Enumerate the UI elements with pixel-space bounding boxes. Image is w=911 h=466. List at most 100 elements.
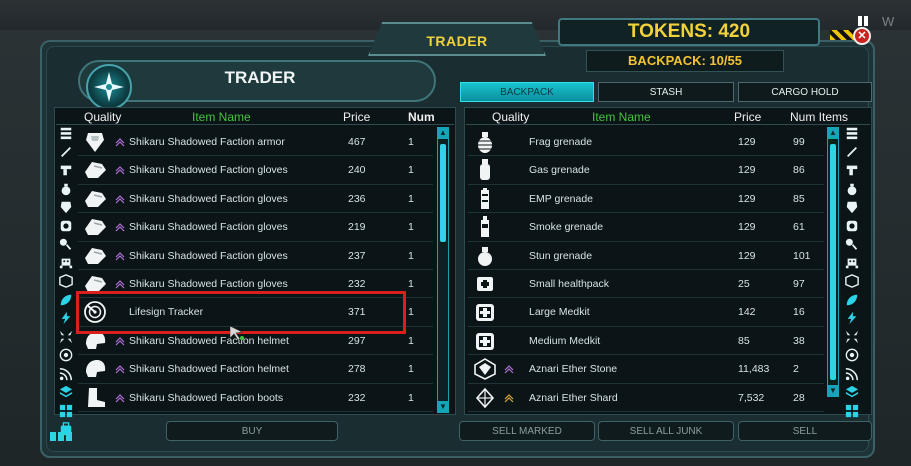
- sell-button[interactable]: SELL: [738, 421, 872, 441]
- all-icon[interactable]: [59, 126, 73, 140]
- key-icon[interactable]: [59, 237, 73, 251]
- item-name: Gas grenade: [529, 164, 590, 177]
- corner-hint-letter: W: [882, 14, 895, 29]
- tab-backpack[interactable]: BACKPACK: [460, 82, 594, 102]
- list-item[interactable]: Frag grenade 129 99: [468, 128, 824, 156]
- rarity-chevron-icon: [115, 251, 125, 261]
- signal-icon[interactable]: [845, 367, 859, 381]
- item-count: 1: [408, 164, 414, 177]
- column-quality[interactable]: Quality: [84, 110, 121, 124]
- pause-icon[interactable]: [856, 16, 870, 26]
- item-name: Aznari Ether Shard: [529, 391, 618, 404]
- lightning-icon[interactable]: [845, 311, 859, 325]
- rarity-chevron-icon: [115, 279, 125, 289]
- item-count: 99: [793, 136, 805, 148]
- list-item[interactable]: Smoke grenade 129 61: [468, 213, 824, 241]
- item-price: 467: [348, 136, 366, 148]
- grid-icon[interactable]: [845, 404, 859, 418]
- pistol-icon[interactable]: [59, 163, 73, 177]
- armor-icon[interactable]: [845, 200, 859, 214]
- list-item[interactable]: Aznari Ether Stone 11,483 2: [468, 355, 824, 383]
- inv-scroll-up-icon[interactable]: ▲: [827, 127, 839, 139]
- item-name: Frag grenade: [529, 136, 593, 148]
- list-item[interactable]: Stun grenade 129 101: [468, 242, 824, 270]
- item-price: 240: [348, 164, 366, 177]
- tab-stash[interactable]: STASH: [598, 82, 734, 102]
- lightning-icon[interactable]: [59, 311, 73, 325]
- compass-emblem-icon: [86, 64, 132, 110]
- scroll-down-icon[interactable]: ▼: [437, 401, 449, 413]
- alien-icon[interactable]: [845, 256, 859, 270]
- column-price[interactable]: Price: [343, 110, 370, 124]
- helmet-icon: [82, 357, 108, 381]
- list-item[interactable]: Shikaru Shadowed Faction armor 467 1: [78, 128, 433, 156]
- key-icon[interactable]: [845, 237, 859, 251]
- box-icon[interactable]: [59, 274, 73, 288]
- inv-column-num-items[interactable]: Num Items: [790, 110, 848, 124]
- medkit-icon: [472, 300, 498, 324]
- all-icon[interactable]: [845, 126, 859, 140]
- list-item[interactable]: Gas grenade 129 86: [468, 156, 824, 184]
- target-icon[interactable]: [845, 348, 859, 362]
- shield-icon[interactable]: [59, 219, 73, 233]
- list-item[interactable]: Shikaru Shadowed Faction gloves 219 1: [78, 213, 433, 241]
- sell-all-junk-button[interactable]: SELL ALL JUNK: [598, 421, 734, 441]
- inv-column-item-name[interactable]: Item Name: [592, 110, 651, 124]
- layers-icon[interactable]: [59, 385, 73, 399]
- item-price: 219: [348, 221, 366, 234]
- weapon-icon[interactable]: [845, 145, 859, 159]
- list-item[interactable]: Shikaru Shadowed Faction gloves 240 1: [78, 156, 433, 184]
- list-item[interactable]: Shikaru Shadowed Faction gloves 237 1: [78, 242, 433, 270]
- layers-icon[interactable]: [845, 385, 859, 399]
- list-item[interactable]: Medium Medkit 85 38: [468, 327, 824, 355]
- grid-icon[interactable]: [59, 404, 73, 418]
- inv-column-quality[interactable]: Quality: [492, 110, 529, 124]
- scroll-up-icon[interactable]: ▲: [437, 127, 449, 139]
- list-item[interactable]: Aznari Ether Shard 7,532 28: [468, 384, 824, 412]
- item-name: EMP grenade: [529, 192, 594, 205]
- gloves-icon: [82, 215, 108, 239]
- shield-icon[interactable]: [845, 219, 859, 233]
- grenade-icon[interactable]: [845, 182, 859, 196]
- close-button[interactable]: ✕: [853, 27, 871, 45]
- armor-icon[interactable]: [59, 200, 73, 214]
- column-item-name[interactable]: Item Name: [192, 110, 251, 124]
- inv-scroll-thumb[interactable]: [830, 144, 836, 380]
- compress-icon[interactable]: [59, 330, 73, 344]
- item-name: Shikaru Shadowed Faction boots: [129, 391, 284, 404]
- scroll-thumb[interactable]: [440, 144, 446, 242]
- list-item[interactable]: EMP grenade 129 85: [468, 185, 824, 213]
- list-item[interactable]: Small healthpack 25 97: [468, 270, 824, 298]
- list-item[interactable]: Large Medkit 142 16: [468, 298, 824, 326]
- inv-column-price[interactable]: Price: [734, 110, 761, 124]
- box-icon[interactable]: [845, 274, 859, 288]
- tab-cargo-hold[interactable]: CARGO HOLD: [738, 82, 872, 102]
- trader-scrollbar[interactable]: ▲ ▼: [437, 127, 449, 413]
- item-name: Shikaru Shadowed Faction gloves: [129, 164, 288, 177]
- column-num[interactable]: Num: [408, 110, 435, 124]
- menu-dots-icon[interactable]: [50, 428, 76, 441]
- list-item[interactable]: Shikaru Shadowed Faction helmet 278 1: [78, 355, 433, 383]
- item-count: 28: [793, 391, 805, 404]
- compress-icon[interactable]: [845, 330, 859, 344]
- list-item[interactable]: Shikaru Shadowed Faction boots 232 1: [78, 384, 433, 412]
- target-icon[interactable]: [59, 348, 73, 362]
- sell-marked-button[interactable]: SELL MARKED: [459, 421, 595, 441]
- rarity-chevron-icon: [504, 393, 514, 403]
- buy-button[interactable]: BUY: [166, 421, 338, 441]
- inv-category-filter-column: [845, 126, 861, 441]
- inventory-scrollbar[interactable]: ▲ ▼: [827, 127, 839, 397]
- leaf-icon[interactable]: [59, 293, 73, 307]
- list-item[interactable]: Shikaru Shadowed Faction gloves 236 1: [78, 185, 433, 213]
- inv-scroll-down-icon[interactable]: ▼: [827, 385, 839, 397]
- leaf-icon[interactable]: [845, 293, 859, 307]
- item-count: 1: [408, 363, 414, 376]
- item-price: 129: [738, 192, 756, 205]
- frag-grenade-icon: [472, 130, 498, 154]
- weapon-icon[interactable]: [59, 145, 73, 159]
- signal-icon[interactable]: [59, 367, 73, 381]
- alien-icon[interactable]: [59, 256, 73, 270]
- grenade-icon[interactable]: [59, 182, 73, 196]
- pistol-icon[interactable]: [845, 163, 859, 177]
- item-count: 86: [793, 164, 805, 177]
